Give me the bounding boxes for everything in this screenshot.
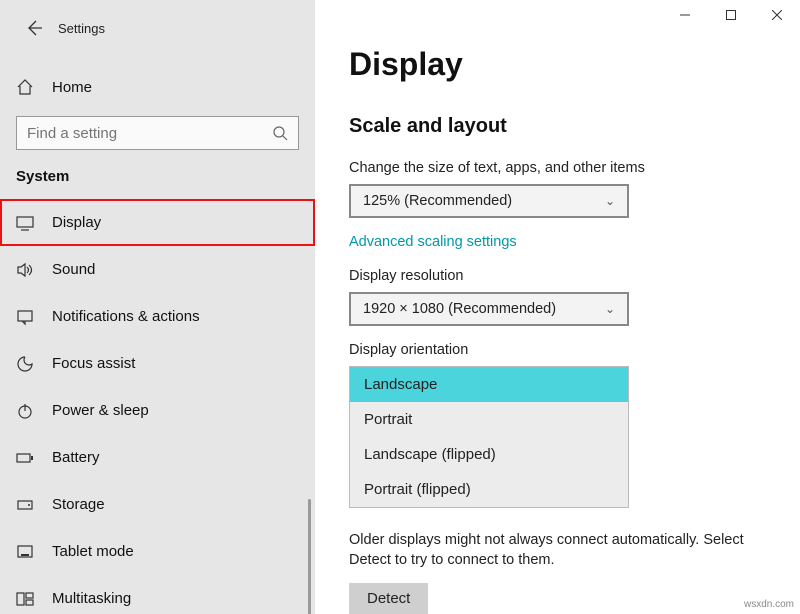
detect-hint: Older displays might not always connect … bbox=[349, 530, 759, 571]
sidebar-item-sound[interactable]: Sound bbox=[0, 246, 315, 293]
chevron-down-icon: ⌄ bbox=[605, 302, 615, 316]
app-title: Settings bbox=[52, 21, 105, 36]
orientation-option-landscape[interactable]: Landscape bbox=[350, 367, 628, 402]
resolution-value: 1920 × 1080 (Recommended) bbox=[363, 301, 556, 317]
resolution-label: Display resolution bbox=[349, 268, 772, 284]
page-title: Display bbox=[349, 46, 772, 83]
battery-icon bbox=[16, 449, 34, 467]
multitasking-icon bbox=[16, 590, 34, 608]
sidebar-item-label: Power & sleep bbox=[52, 402, 149, 419]
sidebar-item-label: Storage bbox=[52, 496, 105, 513]
advanced-scaling-link[interactable]: Advanced scaling settings bbox=[349, 234, 772, 250]
sidebar-item-label: Battery bbox=[52, 449, 100, 466]
back-button[interactable] bbox=[16, 10, 52, 46]
search-field[interactable] bbox=[27, 125, 257, 142]
search-icon bbox=[272, 125, 288, 141]
detect-button[interactable]: Detect bbox=[349, 583, 428, 614]
sound-icon bbox=[16, 261, 34, 279]
home-nav[interactable]: Home bbox=[0, 68, 315, 106]
orientation-option-landscape-flipped[interactable]: Landscape (flipped) bbox=[350, 437, 628, 472]
sidebar-item-label: Tablet mode bbox=[52, 543, 134, 560]
orientation-listbox[interactable]: Landscape Portrait Landscape (flipped) P… bbox=[349, 366, 629, 508]
sidebar-item-notifications[interactable]: Notifications & actions bbox=[0, 293, 315, 340]
sidebar-item-label: Notifications & actions bbox=[52, 308, 200, 325]
scale-label: Change the size of text, apps, and other… bbox=[349, 160, 772, 176]
sidebar-item-multitasking[interactable]: Multitasking bbox=[0, 575, 315, 614]
sidebar-item-battery[interactable]: Battery bbox=[0, 434, 315, 481]
sidebar-item-power[interactable]: Power & sleep bbox=[0, 387, 315, 434]
chevron-down-icon: ⌄ bbox=[605, 194, 615, 208]
orientation-label: Display orientation bbox=[349, 342, 772, 358]
watermark: wsxdn.com bbox=[744, 599, 794, 610]
focus-icon bbox=[16, 355, 34, 373]
sidebar-item-tablet[interactable]: Tablet mode bbox=[0, 528, 315, 575]
home-icon bbox=[16, 78, 34, 96]
home-label: Home bbox=[52, 79, 92, 96]
section-title: Scale and layout bbox=[349, 115, 772, 138]
display-icon bbox=[16, 214, 34, 232]
sidebar-item-display[interactable]: Display bbox=[0, 199, 315, 246]
sidebar-item-label: Display bbox=[52, 214, 101, 231]
scale-value: 125% (Recommended) bbox=[363, 193, 512, 209]
sidebar-item-label: Sound bbox=[52, 261, 95, 278]
resolution-combobox[interactable]: 1920 × 1080 (Recommended) ⌄ bbox=[349, 292, 629, 326]
main-content: Display Scale and layout Change the size… bbox=[315, 0, 800, 614]
sidebar-item-label: Focus assist bbox=[52, 355, 135, 372]
sidebar-scrollbar[interactable] bbox=[308, 499, 311, 614]
search-input[interactable] bbox=[16, 116, 299, 150]
sidebar: Settings Home System Display bbox=[0, 0, 315, 614]
orientation-option-portrait-flipped[interactable]: Portrait (flipped) bbox=[350, 472, 628, 507]
orientation-option-portrait[interactable]: Portrait bbox=[350, 402, 628, 437]
sidebar-nav: Display Sound Notifications & actions Fo… bbox=[0, 199, 315, 614]
sidebar-item-storage[interactable]: Storage bbox=[0, 481, 315, 528]
scale-combobox[interactable]: 125% (Recommended) ⌄ bbox=[349, 184, 629, 218]
tablet-icon bbox=[16, 543, 34, 561]
sidebar-item-focus[interactable]: Focus assist bbox=[0, 340, 315, 387]
group-header-system: System bbox=[0, 168, 315, 199]
power-icon bbox=[16, 402, 34, 420]
sidebar-item-label: Multitasking bbox=[52, 590, 131, 607]
storage-icon bbox=[16, 496, 34, 514]
notifications-icon bbox=[16, 308, 34, 326]
